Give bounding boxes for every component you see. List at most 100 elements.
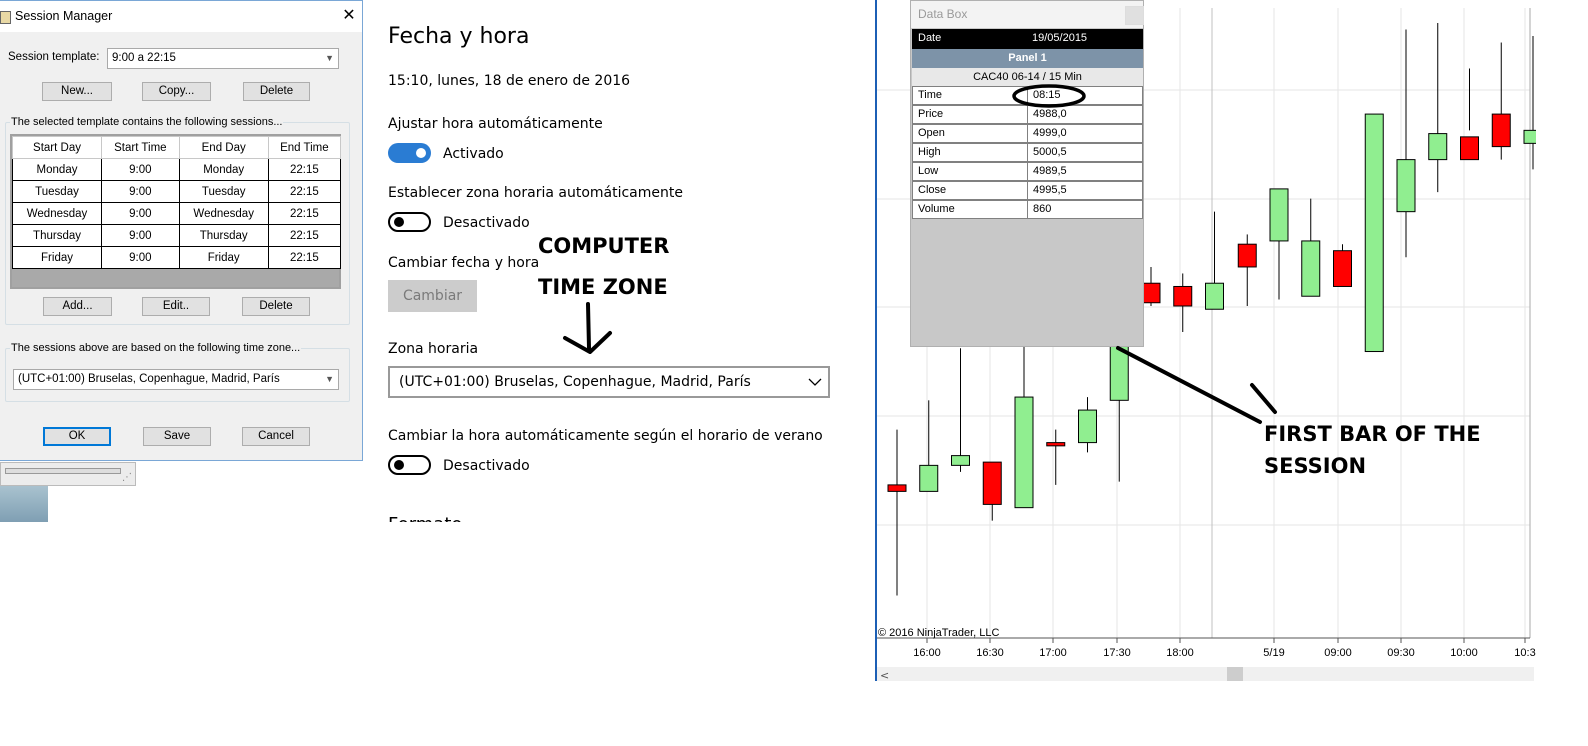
column-header[interactable]: End Time [267,136,342,159]
candle-down[interactable] [982,461,1002,505]
column-header[interactable]: Start Day [11,136,103,159]
timezone-caption: The sessions above are based on the foll… [10,342,302,354]
table-cell[interactable]: Friday [178,246,269,269]
table-cell[interactable]: 9:00 [101,224,180,247]
delete-session-button[interactable]: Delete [242,297,310,316]
table-cell[interactable]: 22:15 [267,158,342,181]
candle-down[interactable] [887,484,907,492]
table-cell[interactable]: 9:00 [101,246,180,269]
dialog-titlebar[interactable]: Session Manager ✕ [0,1,362,32]
annotation-computer-timezone-line2: TIME ZONE [538,275,668,299]
copy-template-button[interactable]: Copy... [142,82,211,101]
annotation-computer-timezone-line1: COMPUTER [538,234,670,258]
candle-down[interactable] [1173,285,1193,307]
column-header[interactable]: End Day [178,136,269,159]
table-cell[interactable]: Thursday [11,224,103,247]
x-tick-label: 16:30 [976,647,1004,659]
change-datetime-label: Cambiar fecha y hora [388,255,540,271]
table-row[interactable]: Friday 9:00 Friday 22:15 [11,246,342,269]
timezone-value: (UTC+01:00) Bruselas, Copenhague, Madrid… [399,374,751,390]
candle-down[interactable] [1237,243,1257,268]
candle-down[interactable] [1460,136,1479,161]
delete-template-button[interactable]: Delete [243,82,310,101]
background-window-scrollbar[interactable]: ⋰ [0,462,136,486]
table-cell[interactable]: 22:15 [267,224,342,247]
scrollbar-track[interactable] [5,468,121,474]
table-row[interactable]: Wednesday 9:00 Wednesday 22:15 [11,202,342,225]
session-timezone-value: (UTC+01:00) Bruselas, Copenhague, Madrid… [18,373,280,385]
table-cell[interactable]: Monday [11,158,103,181]
candle-down[interactable] [1333,250,1352,287]
new-template-button[interactable]: New... [42,82,112,101]
change-button[interactable]: Cambiar [388,280,477,312]
data-box-titlebar[interactable]: Data Box [911,1,1144,28]
row-value: 4995,5 [1033,184,1067,196]
horizontal-scrollbar[interactable] [877,667,1534,681]
candle-up[interactable] [1014,396,1034,509]
cancel-button[interactable]: Cancel [242,427,310,446]
candle-up[interactable] [1301,240,1321,297]
table-cell[interactable]: 9:00 [101,158,180,181]
candle-up[interactable] [1364,113,1384,353]
timezone-select[interactable]: (UTC+01:00) Bruselas, Copenhague, Madrid… [388,366,830,398]
table-cell[interactable]: Friday [11,246,103,269]
table-row[interactable]: Tuesday 9:00 Tuesday 22:15 [11,180,342,203]
table-row[interactable]: Thursday 9:00 Thursday 22:15 [11,224,342,247]
candle-up[interactable] [1078,409,1097,444]
ok-button[interactable]: OK [43,427,111,446]
resize-grip-icon[interactable]: ⋰ [122,472,132,483]
candle-up[interactable] [1523,129,1536,144]
candle-up[interactable] [951,455,970,466]
edit-session-button[interactable]: Edit.. [142,297,210,316]
save-button[interactable]: Save [143,427,211,446]
page-title: Fecha y hora [388,24,530,49]
current-datetime: 15:10, lunes, 18 de enero de 2016 [388,73,631,89]
scrollbar-thumb[interactable] [1227,667,1243,681]
table-cell[interactable]: Tuesday [11,180,103,203]
candle-up[interactable] [919,464,939,492]
table-cell[interactable]: Tuesday [178,180,269,203]
dst-state: Desactivado [443,458,530,474]
column-header[interactable]: Start Time [101,136,180,159]
add-session-button[interactable]: Add... [43,297,112,316]
session-timezone-select[interactable]: (UTC+01:00) Bruselas, Copenhague, Madrid… [13,369,339,390]
scroll-left-icon[interactable]: < [880,669,889,681]
close-icon[interactable] [1125,6,1144,25]
close-icon[interactable]: ✕ [338,5,360,25]
candle-down[interactable] [1141,282,1161,304]
candle-up[interactable] [1396,159,1416,213]
table-cell[interactable]: Wednesday [178,202,269,225]
table-cell[interactable]: Thursday [178,224,269,247]
row-value: 4989,5 [1033,165,1067,177]
auto-timezone-toggle[interactable] [388,212,431,232]
sessions-header-row: Start Day Start Time End Day End Time [11,136,342,159]
table-row[interactable]: Monday 9:00 Monday 22:15 [11,158,342,181]
panel-header: Panel 1 [912,49,1143,68]
table-cell[interactable]: 22:15 [267,246,342,269]
row-value: 4999,0 [1033,127,1067,139]
chevron-down-icon: ▼ [325,53,334,63]
candle-up[interactable] [1269,188,1289,242]
table-cell[interactable]: Wednesday [11,202,103,225]
sessions-grid[interactable]: Start Day Start Time End Day End Time Mo… [10,134,342,289]
table-cell[interactable]: Monday [178,158,269,181]
row-value: 4988,0 [1033,108,1067,120]
date-label: Date [918,32,942,44]
table-cell[interactable]: 9:00 [101,180,180,203]
annotation-pointer-lines [1116,346,1277,424]
candle-down[interactable] [1491,113,1511,148]
data-row-close: Close 4995,5 [912,181,1143,200]
row-key: Price [918,108,944,120]
dst-toggle[interactable] [388,455,431,475]
session-template-select[interactable]: 9:00 a 22:15 ▼ [107,48,339,69]
x-tick-label: 5/19 [1263,647,1284,659]
table-cell[interactable]: 22:15 [267,180,342,203]
session-manager-dialog: Session Manager ✕ Session template: 9:00… [0,0,363,461]
row-key: Close [918,184,947,196]
table-cell[interactable]: 9:00 [101,202,180,225]
candle-up[interactable] [1205,282,1224,310]
candle-up[interactable] [1428,133,1448,161]
table-cell[interactable]: 22:15 [267,202,342,225]
candle-down[interactable] [1046,442,1066,447]
auto-time-toggle[interactable] [388,143,431,163]
